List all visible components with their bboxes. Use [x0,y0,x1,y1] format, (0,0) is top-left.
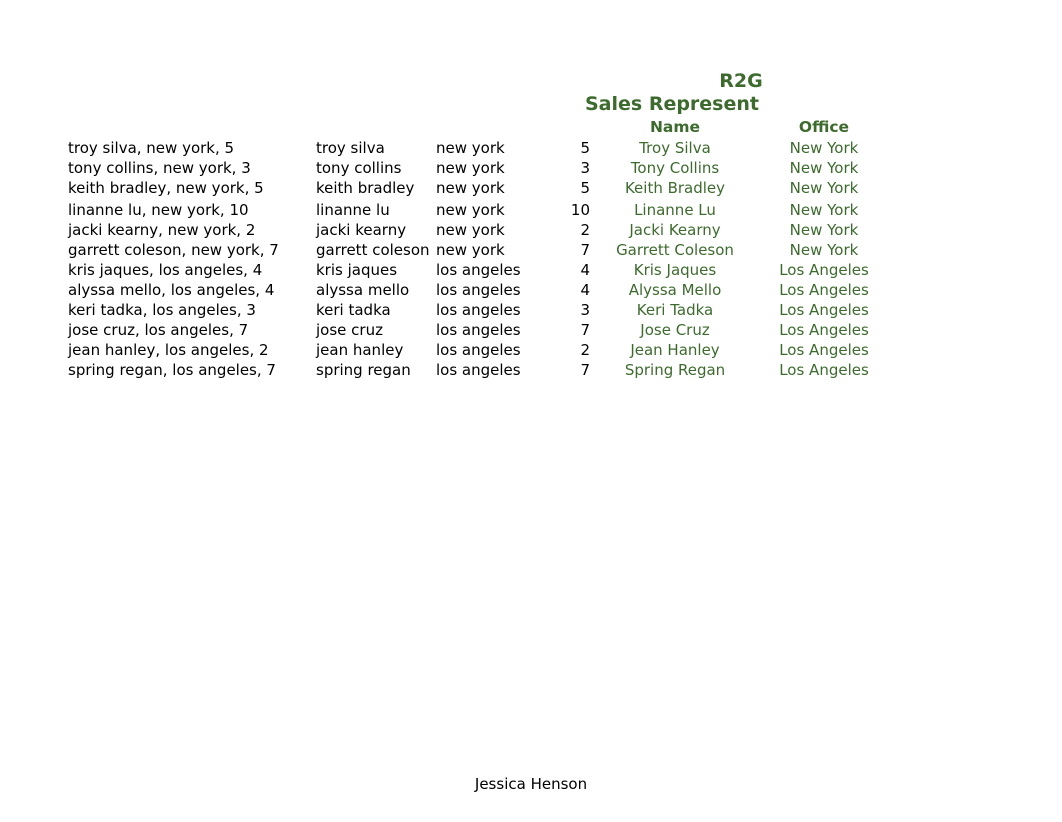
cell-raw-text: jose cruz, los angeles, 7 [68,321,249,339]
table-row: jean hanley, los angeles, 2 jean hanley lo… [0,340,1062,360]
cell-raw-text: alyssa mello, los angeles, 4 [68,281,275,299]
cell-split-number: 3 [580,301,590,319]
cell-raw-text: spring regan, los angeles, 7 [68,361,276,379]
cell-proper-name: Jacki Kearny [629,221,721,239]
cell-proper-office: Los Angeles [779,281,869,299]
cell-raw-text: keri tadka, los angeles, 3 [68,301,256,319]
table-header-row: Name Office [0,117,1062,138]
cell-proper-office: New York [789,139,859,157]
cell-proper-name: Garrett Coleson [616,241,734,259]
cell-split-city: new york [436,139,505,157]
cell-split-name: troy silva [316,139,385,157]
cell-split-number: 4 [580,281,590,299]
cell-split-number: 10 [570,201,590,219]
cell-proper-name: Spring Regan [624,361,726,379]
cell-proper-office: New York [789,221,859,239]
cell-split-city: new york [436,221,505,239]
table-row: tony collins, new york, 3 tony collins new… [0,158,1062,178]
cell-proper-name: Troy Silva [639,139,711,157]
cell-split-number: 7 [580,241,590,259]
cell-split-number: 7 [580,361,590,379]
cell-split-number: 2 [580,221,590,239]
cell-split-number: 4 [580,261,590,279]
table-row: jose cruz, los angeles, 7 jose cruz los an… [0,320,1062,340]
cell-split-number: 3 [580,159,590,177]
cell-proper-office: Los Angeles [779,301,869,319]
title-line-1: R2G [719,70,763,92]
cell-raw-text: jean hanley, los angeles, 2 [68,341,269,359]
cell-split-number: 7 [580,321,590,339]
cell-proper-office: New York [789,179,859,197]
cell-split-city: new york [436,201,505,219]
cell-raw-text: jacki kearny, new york, 2 [68,221,256,239]
table-body: troy silva, new york, 5 troy silva new yor… [0,138,1062,380]
table-row: garrett coleson, new york, 7 garrett cole… [0,240,1062,260]
cell-proper-name: Keri Tadka [636,301,714,319]
document-page: R2G Sales Represent Name Office troy sil… [0,0,1062,822]
cell-split-name: jean hanley [316,341,404,359]
cell-split-number: 5 [580,139,590,157]
cell-split-name: kris jaques [316,261,398,279]
cell-proper-office: Los Angeles [779,361,869,379]
title-line-2: Sales Represent [584,93,759,115]
cell-split-name: alyssa mello [316,281,410,299]
cell-proper-name: Jean Hanley [630,341,720,359]
cell-split-name: tony collins [316,159,402,177]
cell-proper-name: Kris Jaques [633,261,717,279]
table-row: keith bradley, new york, 5 keith bradley n… [0,178,1062,198]
cell-split-name: linanne lu [316,201,390,219]
cell-raw-text: garrett coleson, new york, 7 [68,241,279,259]
cell-proper-name: Jose Cruz [640,321,710,339]
cell-split-city: new york [436,159,505,177]
cell-proper-office: New York [789,201,859,219]
table-row: linanne lu, new york, 10 linanne lu new yo… [0,200,1062,220]
cell-raw-text: keith bradley, new york, 5 [68,179,264,197]
cell-proper-office: New York [789,159,859,177]
table-row: spring regan, los angeles, 7 spring regan… [0,360,1062,380]
cell-split-number: 5 [580,179,590,197]
cell-split-name: spring regan [316,361,411,379]
document-title-block: R2G Sales Represent [0,70,894,116]
cell-split-name: garrett coleson [316,241,430,259]
cell-split-name: jose cruz [316,321,383,339]
cell-split-city: new york [436,241,505,259]
cell-proper-office: Los Angeles [779,321,869,339]
cell-proper-office: Los Angeles [779,261,869,279]
cell-proper-name: Tony Collins [630,159,720,177]
table-row: keri tadka, los angeles, 3 keri tadka los … [0,300,1062,320]
cell-proper-office: Los Angeles [779,341,869,359]
table-row: alyssa mello, los angeles, 4 alyssa mello… [0,280,1062,300]
cell-split-number: 2 [580,341,590,359]
cell-raw-text: troy silva, new york, 5 [68,139,235,157]
table-row: kris jaques, los angeles, 4 kris jaques lo… [0,260,1062,280]
document-footer: Jessica Henson [0,774,1062,794]
cell-raw-text: linanne lu, new york, 10 [68,201,249,219]
cell-proper-name: Alyssa Mello [628,281,722,299]
cell-split-city: new york [436,179,505,197]
cell-proper-name: Linanne Lu [634,201,716,219]
footer-author-name: Jessica Henson [474,775,588,793]
column-header-office: Office [798,118,850,136]
cell-proper-office: New York [789,241,859,259]
cell-raw-text: tony collins, new york, 3 [68,159,251,177]
cell-split-name: jacki kearny [316,221,407,239]
table-row: jacki kearny, new york, 2 jacki kearny new… [0,220,1062,240]
cell-proper-name: Keith Bradley [624,179,726,197]
column-header-name: Name [649,118,701,136]
cell-split-name: keri tadka [316,301,391,319]
cell-raw-text: kris jaques, los angeles, 4 [68,261,263,279]
table-row: troy silva, new york, 5 troy silva new yor… [0,138,1062,158]
cell-split-name: keith bradley [316,179,415,197]
